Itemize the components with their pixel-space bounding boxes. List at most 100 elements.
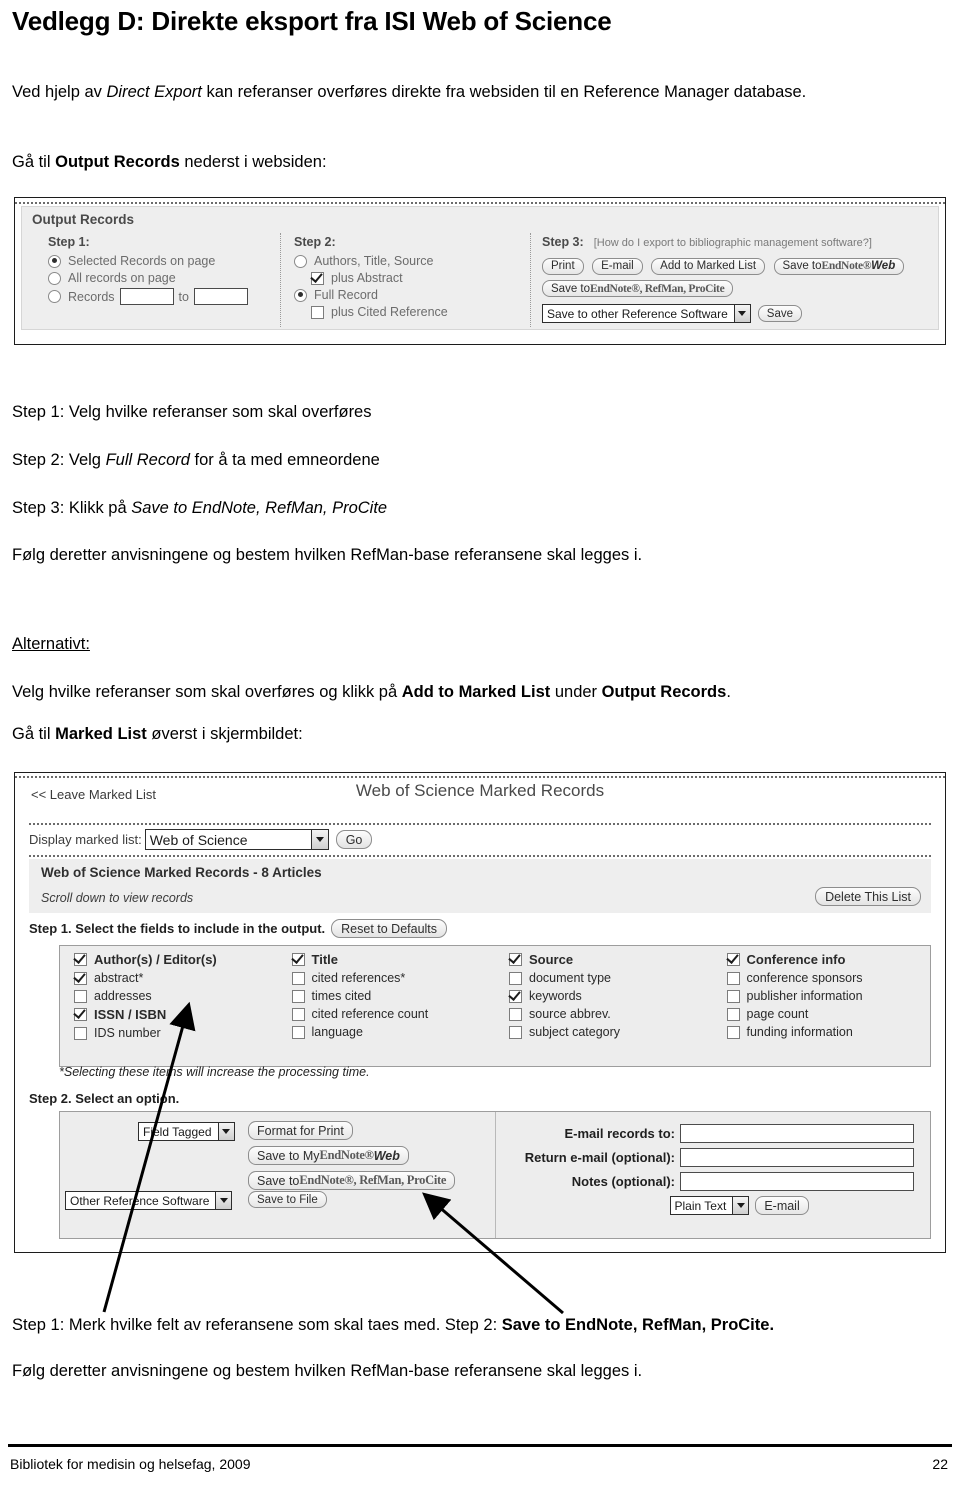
field-checkbox-row[interactable]: keywords [509,989,713,1003]
radio-all-records-label: All records on page [68,271,176,285]
radio-selected-records-row[interactable]: Selected Records on page [48,254,253,268]
field-checkbox-row[interactable]: ISSN / ISBN [74,1007,278,1022]
alternative-label: Alternativt: [12,635,90,653]
reset-to-defaults-button[interactable]: Reset to Defaults [331,919,448,938]
field-checkbox-row[interactable]: conference sponsors [726,971,931,985]
checkbox-icon[interactable] [74,971,87,985]
endnote-refman-brand: EndNote®, RefMan, ProCite [590,282,725,295]
radio-full-record-row[interactable]: Full Record [294,288,448,302]
field-label: ISSN / ISBN [94,1007,167,1022]
field-checkbox-row[interactable]: addresses [74,989,278,1003]
save-to-endnote-refman-procite-button[interactable]: Save to EndNote®, RefMan, ProCite [248,1171,456,1190]
other-reference-software-select[interactable]: Other Reference Software [65,1191,233,1210]
footer-divider [8,1444,952,1447]
checkbox-icon[interactable] [74,989,87,1003]
checkbox-icon[interactable] [74,953,87,966]
other-reference-software-select[interactable]: Save to other Reference Software [542,304,751,323]
field-checkbox-row[interactable]: source abbrev. [509,1007,713,1021]
check-plus-abstract-row[interactable]: plus Abstract [311,271,448,285]
field-label: conference sponsors [746,971,863,985]
radio-all-records-icon[interactable] [48,271,61,285]
intro-paragraph: Ved hjelp av Direct Export kan referanse… [12,83,807,101]
save-to-my-endnote-web-button[interactable]: Save to My EndNote® Web [248,1146,409,1165]
chevron-down-icon[interactable] [733,305,750,322]
checkbox-icon[interactable] [509,1025,522,1039]
field-label: Source [529,952,574,967]
radio-selected-records-icon[interactable] [48,254,61,268]
field-checkbox-row[interactable]: IDS number [74,1026,278,1040]
checkbox-icon[interactable] [74,1026,87,1040]
format-select[interactable]: Field Tagged [138,1122,235,1141]
field-checkbox-row[interactable]: cited reference count [291,1007,496,1021]
check-plus-abstract-icon[interactable] [311,271,324,285]
marked-list-screenshot: << Leave Marked List Web of Science Mark… [14,772,946,1253]
field-checkbox-row[interactable]: page count [726,1007,931,1021]
checkbox-icon[interactable] [726,953,740,966]
save-endnote-web-prefix: Save to [782,260,822,272]
radio-full-record-icon[interactable] [294,288,307,302]
records-to-input[interactable] [193,288,248,305]
checkbox-icon[interactable] [291,989,305,1003]
check-plus-cited-reference-icon[interactable] [311,305,324,319]
save-refman-prefix: Save to [257,1173,300,1188]
marked-records-summary-bar: Web of Science Marked Records - 8 Articl… [29,859,931,913]
chevron-down-icon[interactable] [217,1123,234,1140]
chevron-down-icon[interactable] [215,1192,232,1209]
format-for-print-button[interactable]: Format for Print [248,1121,353,1140]
field-checkbox-row[interactable]: abstract* [74,971,278,985]
check-plus-cited-reference-row[interactable]: plus Cited Reference [311,305,448,319]
checkbox-icon[interactable] [74,1008,87,1021]
email-button[interactable]: E-mail [592,257,643,275]
records-from-input[interactable] [119,288,174,305]
field-checkbox-row[interactable]: times cited [291,989,496,1003]
delete-this-list-button[interactable]: Delete This List [815,887,921,906]
checkbox-icon[interactable] [726,1025,740,1039]
checkbox-icon[interactable] [509,989,522,1003]
chevron-down-icon[interactable] [310,830,328,849]
field-checkbox-row[interactable]: document type [509,971,713,985]
email-field-input[interactable] [680,1172,914,1191]
save-button[interactable]: Save [757,305,802,322]
checkbox-icon[interactable] [509,971,522,985]
checkbox-icon[interactable] [291,971,305,985]
radio-authors-title-source-row[interactable]: Authors, Title, Source [294,254,448,268]
field-column-3: Source document type keywords source abbrev… [495,946,713,1066]
chevron-down-icon[interactable] [732,1197,749,1214]
go-button[interactable]: Go [335,830,373,849]
field-checkbox-row[interactable]: Conference info [726,952,931,967]
radio-authors-title-source-icon[interactable] [294,254,307,268]
save-to-endnote-web-button[interactable]: Save to EndNote® Web [773,257,905,275]
field-checkbox-row[interactable]: Source [509,952,713,967]
checkbox-icon[interactable] [291,1007,305,1021]
field-label: times cited [311,989,372,1003]
panel-top-divider [15,202,945,204]
checkbox-icon[interactable] [726,989,740,1003]
field-checkbox-row[interactable]: cited references* [291,971,496,985]
radio-records-range-row[interactable]: Records to [48,288,253,305]
email-submit-button[interactable]: E-mail [755,1196,809,1215]
field-checkbox-row[interactable]: subject category [509,1025,713,1039]
field-checkbox-row[interactable]: Author(s) / Editor(s) [74,952,278,967]
checkbox-icon[interactable] [509,1007,522,1021]
field-checkbox-row[interactable]: funding information [726,1025,931,1039]
email-format-select[interactable]: Plain Text [669,1196,750,1215]
save-to-file-button[interactable]: Save to File [248,1191,327,1208]
checkbox-icon[interactable] [291,953,305,966]
email-field-input[interactable] [680,1124,914,1143]
email-field-label: Notes (optional): [571,1174,675,1189]
checkbox-icon[interactable] [509,953,522,966]
checkbox-icon[interactable] [726,1007,740,1021]
other-reference-software-value: Other Reference Software [70,1193,210,1208]
radio-all-records-row[interactable]: All records on page [48,271,253,285]
field-checkbox-row[interactable]: Title [291,952,496,967]
radio-records-range-icon[interactable] [48,290,61,303]
field-checkbox-row[interactable]: publisher information [726,989,931,1003]
save-to-endnote-refman-procite-button[interactable]: Save to EndNote®, RefMan, ProCite [542,280,734,297]
field-checkbox-row[interactable]: language [291,1025,496,1039]
marked-list-select[interactable]: Web of Science [144,829,329,850]
print-button[interactable]: Print [542,257,584,275]
add-to-marked-list-button[interactable]: Add to Marked List [651,257,766,275]
checkbox-icon[interactable] [291,1025,305,1039]
checkbox-icon[interactable] [726,971,740,985]
email-field-input[interactable] [680,1148,914,1167]
